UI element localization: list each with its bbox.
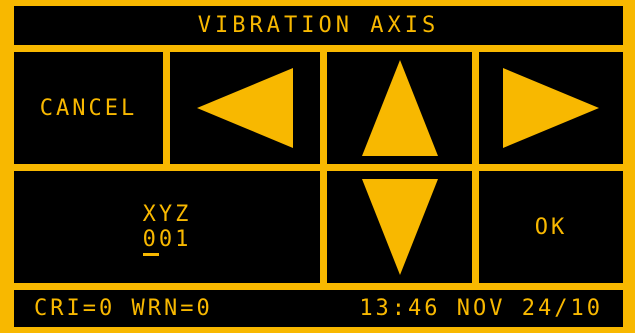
cancel-button[interactable]: CANCEL [14,52,163,164]
page-title: VIBRATION AXIS [197,13,440,38]
down-arrow-button[interactable] [327,171,472,283]
vibration-axis-screen: VIBRATION AXIS CANCEL XYZ 001 OK CRI=0 W… [0,0,635,333]
triangle-right-icon [503,68,599,148]
status-bar: CRI=0 WRN=0 13:46 NOV 24/10 [14,290,623,327]
ok-label: OK [534,214,568,240]
right-arrow-button[interactable] [479,52,623,164]
clock-datetime: 13:46 NOV 24/10 [359,296,603,321]
up-arrow-button[interactable] [327,52,472,164]
axis-name: XYZ [142,201,192,227]
triangle-up-icon [361,60,438,156]
cancel-label: CANCEL [39,95,138,121]
left-arrow-button[interactable] [170,52,320,164]
edit-cursor [142,253,159,257]
axis-selector[interactable]: XYZ 001 [14,171,320,283]
alarm-counts: CRI=0 WRN=0 [34,296,213,321]
axis-value: 001 [142,227,192,252]
axis-value-field[interactable]: 001 [142,227,192,257]
triangle-left-icon [197,68,293,148]
title-bar: VIBRATION AXIS [14,6,623,45]
ok-button[interactable]: OK [479,171,623,283]
triangle-down-icon [361,179,438,275]
